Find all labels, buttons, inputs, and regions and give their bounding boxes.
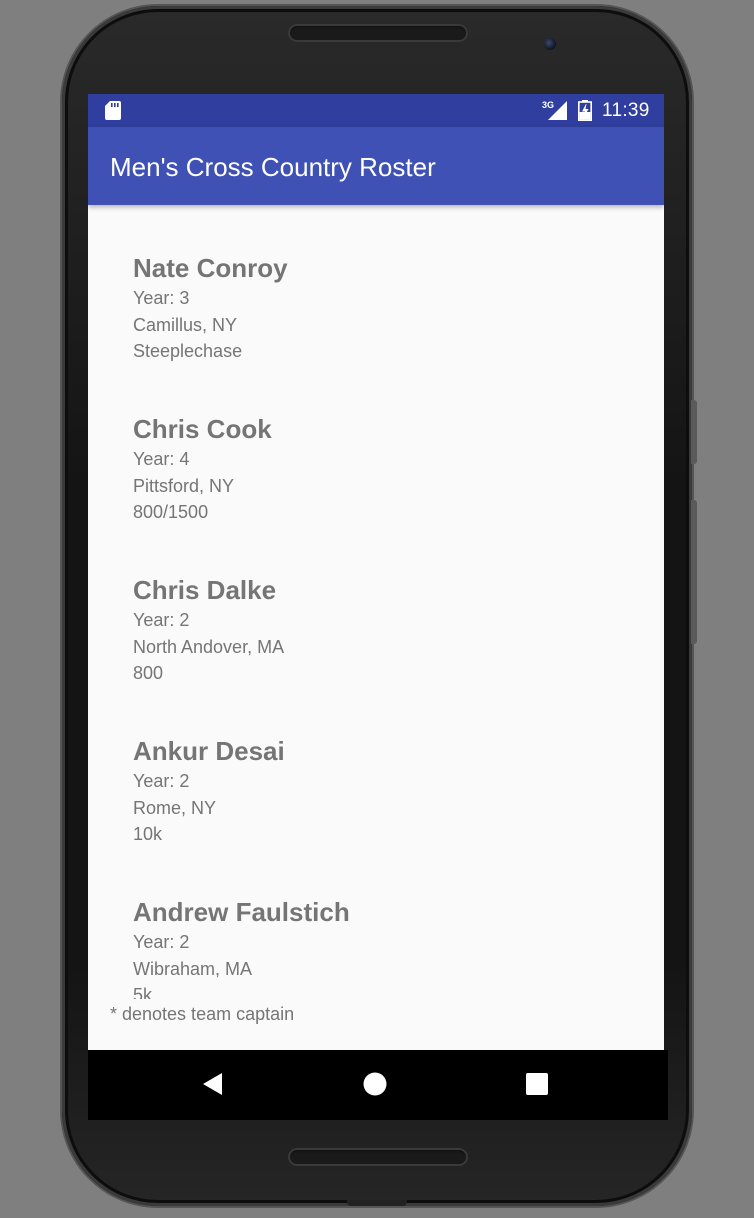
volume-button bbox=[691, 400, 697, 464]
roster-item: Nate Conroy Year: 3 Camillus, NY Steeple… bbox=[133, 253, 633, 365]
athlete-name: Chris Dalke bbox=[133, 575, 277, 605]
device-screen: 3G 11:39 Men's Cross Country Roster Nate… bbox=[88, 94, 664, 1050]
athlete-year: Year: 4 bbox=[133, 449, 190, 469]
athlete-year: Year: 2 bbox=[133, 932, 190, 952]
athlete-event: 800 bbox=[133, 663, 164, 683]
athlete-hometown: Rome, NY bbox=[133, 797, 217, 818]
status-bar: 3G 11:39 bbox=[88, 94, 664, 127]
roster-item: Ankur Desai Year: 2 Rome, NY 10k bbox=[133, 736, 633, 848]
app-title: Men's Cross Country Roster bbox=[110, 152, 436, 182]
athlete-hometown: Camillus, NY bbox=[133, 314, 238, 335]
athlete-hometown: North Andover, MA bbox=[133, 636, 285, 657]
roster-item: Chris Dalke Year: 2 North Andover, MA 80… bbox=[133, 575, 633, 687]
power-button bbox=[691, 500, 697, 644]
back-icon[interactable] bbox=[200, 1071, 226, 1097]
bottom-port bbox=[347, 1200, 407, 1206]
athlete-name: Chris Cook bbox=[133, 414, 272, 444]
athlete-event: 5k bbox=[133, 985, 153, 999]
athlete-event: Steeplechase bbox=[133, 341, 243, 361]
captain-footnote: * denotes team captain bbox=[110, 1004, 295, 1024]
home-icon[interactable] bbox=[362, 1071, 388, 1097]
bottom-speaker bbox=[288, 1148, 468, 1166]
athlete-year: Year: 2 bbox=[133, 771, 190, 791]
athlete-name: Andrew Faulstich bbox=[133, 897, 350, 927]
recents-icon[interactable] bbox=[524, 1071, 550, 1097]
cellular-signal-icon: 3G bbox=[542, 100, 567, 120]
sd-card-icon bbox=[105, 101, 121, 120]
athlete-name: Nate Conroy bbox=[133, 253, 288, 283]
front-camera bbox=[544, 38, 556, 50]
athlete-hometown: Wibraham, MA bbox=[133, 958, 253, 979]
battery-charging-icon bbox=[578, 100, 592, 121]
roster-list[interactable]: Nate Conroy Year: 3 Camillus, NY Steeple… bbox=[88, 205, 664, 999]
athlete-year: Year: 3 bbox=[133, 288, 190, 308]
athlete-event: 10k bbox=[133, 824, 163, 844]
athlete-name: Ankur Desai bbox=[133, 736, 285, 766]
app-bar: Men's Cross Country Roster bbox=[88, 127, 664, 205]
navigation-bar bbox=[88, 1050, 668, 1120]
athlete-hometown: Pittsford, NY bbox=[133, 475, 235, 496]
status-clock: 11:39 bbox=[602, 100, 650, 121]
network-type-label: 3G bbox=[542, 100, 554, 110]
top-speaker bbox=[288, 24, 468, 42]
roster-item: Andrew Faulstich Year: 2 Wibraham, MA 5k bbox=[133, 897, 633, 999]
athlete-year: Year: 2 bbox=[133, 610, 190, 630]
roster-item: Chris Cook Year: 4 Pittsford, NY 800/150… bbox=[133, 414, 633, 526]
athlete-event: 800/1500 bbox=[133, 502, 209, 522]
